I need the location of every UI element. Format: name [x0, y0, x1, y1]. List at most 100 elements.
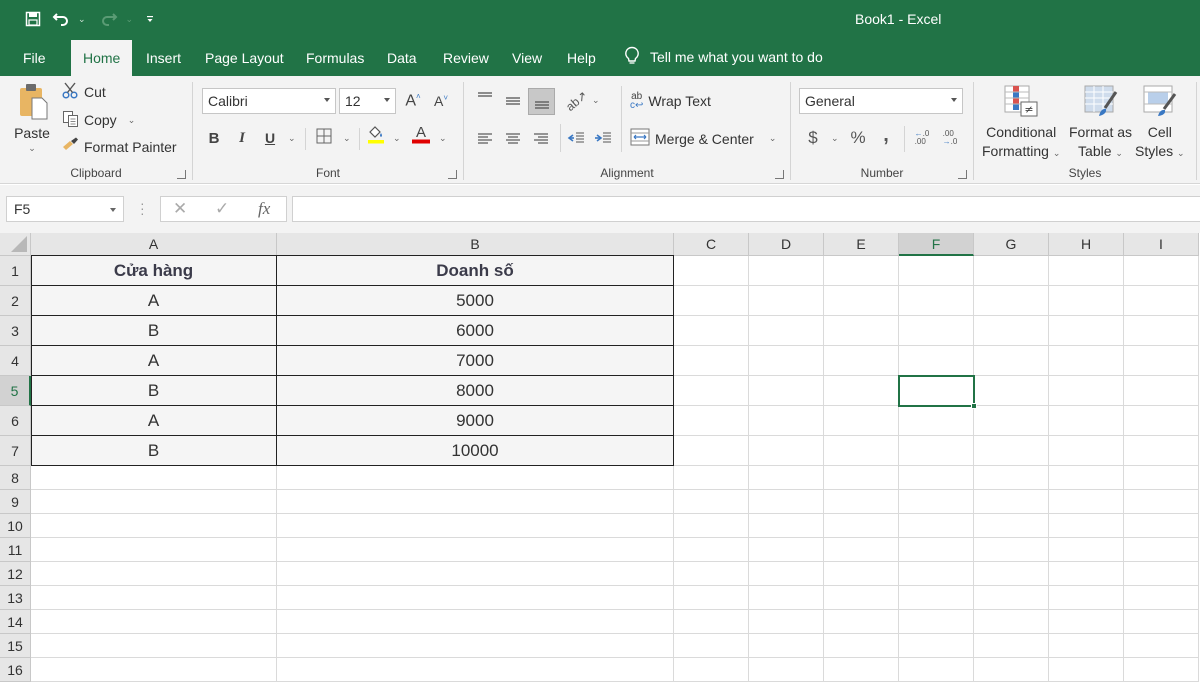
cell-b13[interactable]	[277, 586, 674, 610]
column-header-b[interactable]: B	[277, 233, 674, 256]
cell-c2[interactable]	[674, 286, 749, 316]
row-header-6[interactable]: 6	[0, 406, 31, 436]
cell-h14[interactable]	[1049, 610, 1124, 634]
cell-g3[interactable]	[974, 316, 1049, 346]
cell-h9[interactable]	[1049, 490, 1124, 514]
cell-e11[interactable]	[824, 538, 899, 562]
save-icon[interactable]	[22, 8, 44, 30]
cell-a9[interactable]	[31, 490, 277, 514]
cell-b8[interactable]	[277, 466, 674, 490]
cell-d3[interactable]	[749, 316, 824, 346]
row-header-14[interactable]: 14	[0, 610, 31, 634]
cell-a12[interactable]	[31, 562, 277, 586]
cell-i16[interactable]	[1124, 658, 1199, 682]
borders-button[interactable]	[312, 126, 336, 150]
cell-c9[interactable]	[674, 490, 749, 514]
cell-c1[interactable]	[674, 256, 749, 286]
table-header-cell[interactable]: Cửa hàng	[31, 256, 277, 286]
cell-a10[interactable]	[31, 514, 277, 538]
row-header-12[interactable]: 12	[0, 562, 31, 586]
cell-g5[interactable]	[974, 376, 1049, 406]
cell-e10[interactable]	[824, 514, 899, 538]
cell-d7[interactable]	[749, 436, 824, 466]
cell-c6[interactable]	[674, 406, 749, 436]
cell-i13[interactable]	[1124, 586, 1199, 610]
cell-g2[interactable]	[974, 286, 1049, 316]
cell-g1[interactable]	[974, 256, 1049, 286]
wrap-text-button[interactable]: ab c↩ Wrap Text	[630, 92, 711, 111]
cell-f6[interactable]	[899, 406, 974, 436]
align-right-button[interactable]	[529, 126, 553, 150]
tell-me-search[interactable]: Tell me what you want to do	[624, 38, 823, 76]
row-header-10[interactable]: 10	[0, 514, 31, 538]
fill-color-dropdown-icon[interactable]: ⌄	[393, 133, 401, 144]
cell-i11[interactable]	[1124, 538, 1199, 562]
row-header-9[interactable]: 9	[0, 490, 31, 514]
cell-g12[interactable]	[974, 562, 1049, 586]
cell-i12[interactable]	[1124, 562, 1199, 586]
cell-d11[interactable]	[749, 538, 824, 562]
insert-function-icon[interactable]: fx	[258, 199, 270, 219]
cell-a14[interactable]	[31, 610, 277, 634]
bottom-align-button[interactable]	[528, 88, 555, 115]
row-header-8[interactable]: 8	[0, 466, 31, 490]
currency-dropdown-icon[interactable]: ⌄	[831, 133, 839, 144]
increase-decimal-button[interactable]: ←.0.00	[910, 126, 934, 150]
cell-b12[interactable]	[277, 562, 674, 586]
cell-g11[interactable]	[974, 538, 1049, 562]
enter-checkmark-icon[interactable]: ✓	[215, 199, 229, 219]
cell-e6[interactable]	[824, 406, 899, 436]
chevron-down-icon[interactable]	[110, 208, 116, 212]
cell-c16[interactable]	[674, 658, 749, 682]
row-header-2[interactable]: 2	[0, 286, 31, 316]
cell-i1[interactable]	[1124, 256, 1199, 286]
merge-dropdown-icon[interactable]: ⌄	[769, 133, 777, 144]
undo-dropdown-icon[interactable]: ⌄	[78, 14, 86, 25]
customize-qat-icon[interactable]	[139, 8, 161, 30]
table-header-cell[interactable]: Doanh số	[277, 256, 674, 286]
increase-indent-button[interactable]	[591, 126, 615, 150]
cell-e13[interactable]	[824, 586, 899, 610]
cell-d16[interactable]	[749, 658, 824, 682]
cell-c12[interactable]	[674, 562, 749, 586]
clipboard-dialog-launcher-icon[interactable]	[177, 170, 186, 179]
tab-review[interactable]: Review	[432, 40, 500, 76]
table-cell[interactable]: B	[31, 436, 277, 466]
row-header-1[interactable]: 1	[0, 256, 31, 286]
cell-h1[interactable]	[1049, 256, 1124, 286]
cell-d5[interactable]	[749, 376, 824, 406]
cell-h5[interactable]	[1049, 376, 1124, 406]
cell-c3[interactable]	[674, 316, 749, 346]
cell-d2[interactable]	[749, 286, 824, 316]
borders-dropdown-icon[interactable]: ⌄	[343, 133, 351, 144]
cell-f7[interactable]	[899, 436, 974, 466]
cell-i6[interactable]	[1124, 406, 1199, 436]
column-header-a[interactable]: A	[31, 233, 277, 256]
cell-d8[interactable]	[749, 466, 824, 490]
tab-file[interactable]: File	[12, 40, 57, 76]
cell-e4[interactable]	[824, 346, 899, 376]
row-header-7[interactable]: 7	[0, 436, 31, 466]
table-cell[interactable]: B	[31, 316, 277, 346]
underline-dropdown-icon[interactable]: ⌄	[288, 133, 296, 144]
cell-c15[interactable]	[674, 634, 749, 658]
cell-i2[interactable]	[1124, 286, 1199, 316]
cell-b11[interactable]	[277, 538, 674, 562]
cell-d15[interactable]	[749, 634, 824, 658]
row-header-4[interactable]: 4	[0, 346, 31, 376]
cell-i5[interactable]	[1124, 376, 1199, 406]
row-header-5[interactable]: 5	[0, 376, 31, 406]
cell-h6[interactable]	[1049, 406, 1124, 436]
cell-c14[interactable]	[674, 610, 749, 634]
cell-d6[interactable]	[749, 406, 824, 436]
cell-e12[interactable]	[824, 562, 899, 586]
font-color-dropdown-icon[interactable]: ⌄	[439, 133, 447, 144]
cell-f16[interactable]	[899, 658, 974, 682]
increase-font-size-button[interactable]: A˄	[401, 89, 425, 113]
table-cell[interactable]: 10000	[277, 436, 674, 466]
cell-b16[interactable]	[277, 658, 674, 682]
row-header-3[interactable]: 3	[0, 316, 31, 346]
cell-h13[interactable]	[1049, 586, 1124, 610]
column-header-h[interactable]: H	[1049, 233, 1124, 256]
column-header-c[interactable]: C	[674, 233, 749, 256]
